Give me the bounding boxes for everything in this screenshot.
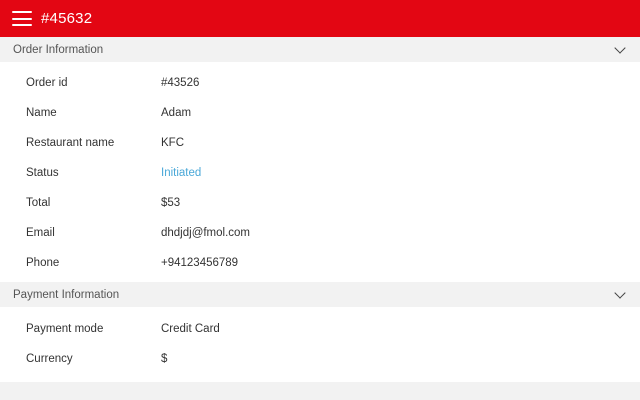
field-value: KFC xyxy=(161,137,184,149)
phone-row: Phone +94123456789 xyxy=(0,248,640,278)
field-value: $53 xyxy=(161,197,181,209)
field-label: Restaurant name xyxy=(26,137,115,149)
field-value: Adam xyxy=(161,107,192,119)
field-value: $ xyxy=(161,353,168,365)
field-value: Credit Card xyxy=(161,323,220,335)
field-label: Currency xyxy=(26,353,73,365)
field-label: Order id xyxy=(26,77,68,89)
status-row: Status Initiated xyxy=(0,158,640,188)
order-information-header[interactable]: Order Information xyxy=(0,37,640,62)
field-label: Payment mode xyxy=(26,323,104,335)
app: #45632 Order Information Order id #43526… xyxy=(0,0,640,400)
field-label: Name xyxy=(26,107,57,119)
name-row: Name Adam xyxy=(0,98,640,128)
total-row: Total $53 xyxy=(0,188,640,218)
chevron-down-icon[interactable] xyxy=(614,286,626,299)
restaurant-name-row: Restaurant name KFC xyxy=(0,128,640,158)
page-title: #45632 xyxy=(41,10,93,27)
payment-mode-row: Payment mode Credit Card xyxy=(0,314,640,344)
payment-information-header[interactable]: Payment Information xyxy=(0,282,640,307)
section-title: Order Information xyxy=(13,43,104,56)
field-label: Status xyxy=(26,167,59,179)
currency-row: Currency $ xyxy=(0,344,640,374)
field-value: +94123456789 xyxy=(161,257,239,269)
field-label: Total xyxy=(26,197,51,209)
chevron-down-icon[interactable] xyxy=(614,41,626,54)
order-information-body: Order id #43526 Name Adam Restaurant nam… xyxy=(0,62,640,282)
field-value: dhdjdj@fmol.com xyxy=(161,227,251,239)
payment-information-body: Payment mode Credit Card Currency $ xyxy=(0,307,640,382)
section-title: Payment Information xyxy=(13,288,120,301)
order-id-row: Order id #43526 xyxy=(0,68,640,98)
hamburger-menu-icon[interactable] xyxy=(12,11,32,26)
field-label: Phone xyxy=(26,257,60,269)
email-row: Email dhdjdj@fmol.com xyxy=(0,218,640,248)
toolbar: #45632 xyxy=(0,0,640,37)
field-label: Email xyxy=(26,227,55,239)
field-value: #43526 xyxy=(161,77,200,89)
status-badge: Initiated xyxy=(161,167,202,179)
